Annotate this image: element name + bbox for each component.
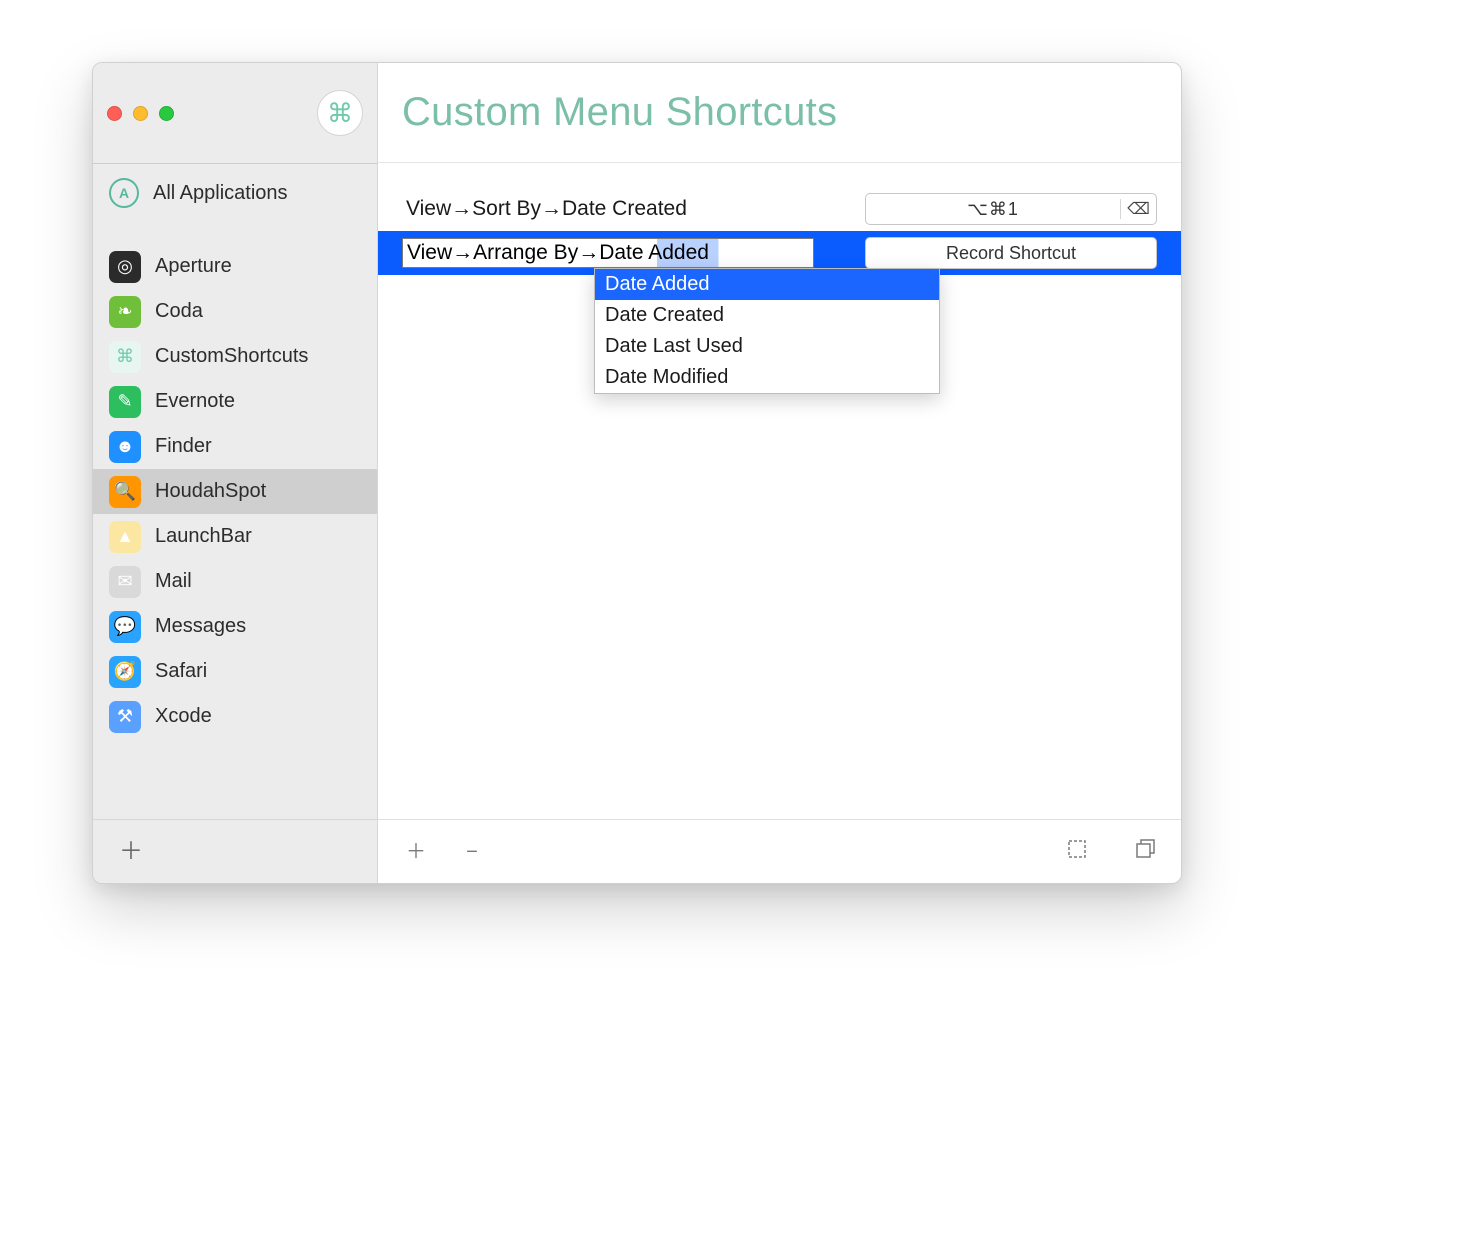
sidebar-item-label: Coda xyxy=(155,300,203,323)
dashed-square-icon xyxy=(1067,839,1087,859)
finder-icon: ☻ xyxy=(109,431,141,463)
autocomplete-option[interactable]: Date Created xyxy=(595,300,939,331)
sidebar-item-label: CustomShortcuts xyxy=(155,345,308,368)
select-all-icon[interactable] xyxy=(1067,839,1087,865)
sidebar-item-label: Safari xyxy=(155,660,207,683)
autocomplete-option[interactable]: Date Modified xyxy=(595,362,939,393)
sidebar-item-messages[interactable]: 💬 Messages xyxy=(93,604,377,649)
sidebar-item-label: Mail xyxy=(155,570,192,593)
all-applications-label: All Applications xyxy=(153,182,288,205)
command-glyph: ⌘ xyxy=(327,98,353,129)
menu-path-input[interactable] xyxy=(402,238,814,268)
add-application-button[interactable]: ＋ xyxy=(117,840,145,864)
sidebar-item-customshortcuts[interactable]: ⌘ CustomShortcuts xyxy=(93,334,377,379)
main-footer: ＋ − xyxy=(378,819,1181,883)
launchbar-icon: ▲ xyxy=(109,521,141,553)
sidebar-item-xcode[interactable]: ⚒ Xcode xyxy=(93,694,377,739)
aperture-icon: ◎ xyxy=(109,251,141,283)
xcode-icon: ⚒ xyxy=(109,701,141,733)
sidebar-item-label: HoudahSpot xyxy=(155,480,266,503)
safari-icon: 🧭 xyxy=(109,656,141,688)
sidebar-item-all-applications[interactable]: A All Applications xyxy=(93,164,377,222)
delete-icon: ⌫ xyxy=(1127,199,1150,219)
page-title: Custom Menu Shortcuts xyxy=(402,90,837,135)
application-list: ◎ Aperture ❧ Coda ⌘ CustomShortcuts ✎ Evernote ☻… xyxy=(93,244,377,819)
main-header: Custom Menu Shortcuts xyxy=(378,63,1181,163)
shortcut-list: View→Sort By→Date Created ⌥⌘1 ⌫ Record S… xyxy=(378,163,1181,275)
all-applications-icon: A xyxy=(109,178,139,208)
menu-path-label: View→Sort By→Date Created xyxy=(402,195,849,223)
sidebar-item-label: Finder xyxy=(155,435,212,458)
sidebar-item-label: Aperture xyxy=(155,255,232,278)
sidebar-item-coda[interactable]: ❧ Coda xyxy=(93,289,377,334)
add-shortcut-button[interactable]: ＋ xyxy=(402,842,430,862)
messages-icon: 💬 xyxy=(109,611,141,643)
zoom-window-button[interactable] xyxy=(159,106,174,121)
close-window-button[interactable] xyxy=(107,106,122,121)
sidebar-item-aperture[interactable]: ◎ Aperture xyxy=(93,244,377,289)
record-shortcut-button[interactable]: Record Shortcut xyxy=(865,237,1157,269)
app-window: ⌘ A All Applications ◎ Aperture ❧ Coda ⌘ Cust… xyxy=(92,62,1182,884)
houdahspot-icon: 🔍 xyxy=(109,476,141,508)
main-panel: Custom Menu Shortcuts View→Sort By→Date … xyxy=(378,63,1181,883)
autocomplete-option[interactable]: Date Added xyxy=(595,269,939,300)
shortcut-row[interactable]: View→Sort By→Date Created ⌥⌘1 ⌫ xyxy=(378,187,1181,231)
stacked-squares-icon xyxy=(1135,839,1157,859)
customshortcuts-icon: ⌘ xyxy=(109,341,141,373)
minimize-window-button[interactable] xyxy=(133,106,148,121)
titlebar: ⌘ xyxy=(93,63,377,163)
sidebar-item-label: Xcode xyxy=(155,705,212,728)
sidebar-item-launchbar[interactable]: ▲ LaunchBar xyxy=(93,514,377,559)
sidebar-footer: ＋ xyxy=(93,819,377,883)
shortcut-keys-label: ⌥⌘1 xyxy=(866,199,1120,220)
duplicate-icon[interactable] xyxy=(1135,839,1157,865)
sidebar: ⌘ A All Applications ◎ Aperture ❧ Coda ⌘ Cust… xyxy=(93,63,378,883)
sidebar-item-mail[interactable]: ✉ Mail xyxy=(93,559,377,604)
mail-icon: ✉ xyxy=(109,566,141,598)
shortcut-field[interactable]: ⌥⌘1 ⌫ xyxy=(865,193,1157,225)
traffic-lights xyxy=(107,106,174,121)
sidebar-item-safari[interactable]: 🧭 Safari xyxy=(93,649,377,694)
remove-shortcut-button[interactable]: − xyxy=(458,842,486,862)
evernote-icon: ✎ xyxy=(109,386,141,418)
sidebar-item-evernote[interactable]: ✎ Evernote xyxy=(93,379,377,424)
sidebar-item-label: LaunchBar xyxy=(155,525,252,548)
sidebar-item-label: Evernote xyxy=(155,390,235,413)
clear-shortcut-button[interactable]: ⌫ xyxy=(1120,199,1156,219)
command-icon: ⌘ xyxy=(317,90,363,136)
sidebar-item-houdahspot[interactable]: 🔍 HoudahSpot xyxy=(93,469,377,514)
record-shortcut-label: Record Shortcut xyxy=(946,243,1076,264)
coda-icon: ❧ xyxy=(109,296,141,328)
sidebar-item-label: Messages xyxy=(155,615,246,638)
autocomplete-dropdown: Date AddedDate CreatedDate Last UsedDate… xyxy=(594,268,940,394)
sidebar-item-finder[interactable]: ☻ Finder xyxy=(93,424,377,469)
autocomplete-option[interactable]: Date Last Used xyxy=(595,331,939,362)
